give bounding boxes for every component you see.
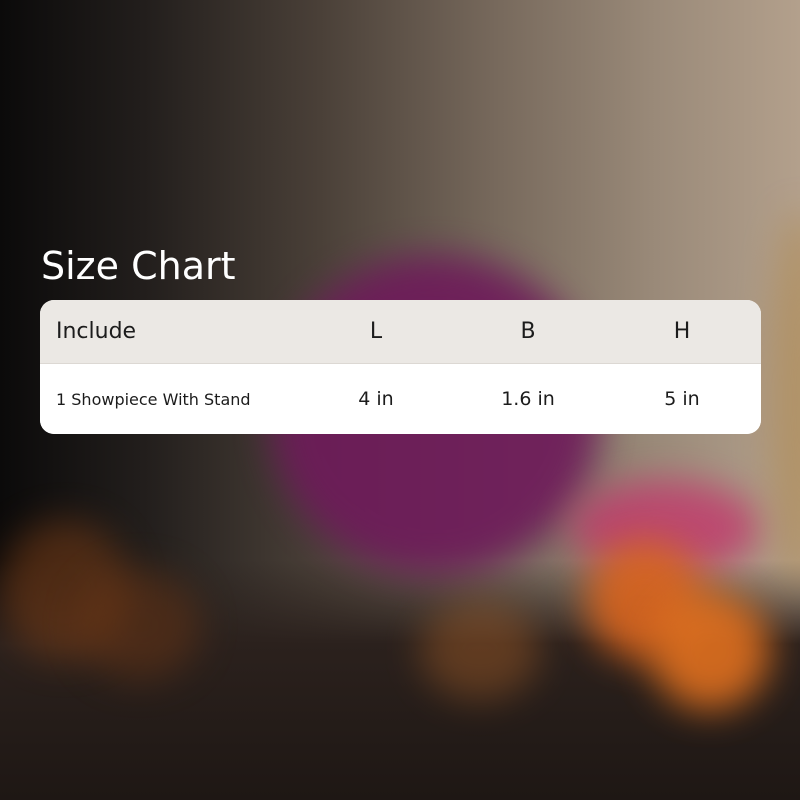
background-blur-marigold-right-2 — [650, 590, 770, 710]
cell-breadth: 1.6 in — [501, 388, 555, 410]
page-title: Size Chart — [41, 244, 236, 288]
table-row: 1 Showpiece With Stand 4 in 1.6 in 5 in — [40, 364, 761, 434]
header-length: L — [369, 319, 383, 344]
background-blur-reflection — [420, 600, 540, 700]
size-chart-table: Include L B H 1 Showpiece With Stand 4 i… — [40, 300, 761, 434]
table-header-row: Include L B H — [40, 300, 761, 364]
header-height: H — [673, 319, 691, 344]
header-breadth: B — [520, 319, 536, 344]
background-blur-marigold-left-2 — [80, 570, 200, 680]
cell-length: 4 in — [358, 388, 394, 410]
header-include: Include — [56, 319, 137, 344]
cell-height: 5 in — [664, 388, 700, 410]
background-blur-gold — [770, 210, 800, 590]
cell-include: 1 Showpiece With Stand — [56, 389, 251, 409]
